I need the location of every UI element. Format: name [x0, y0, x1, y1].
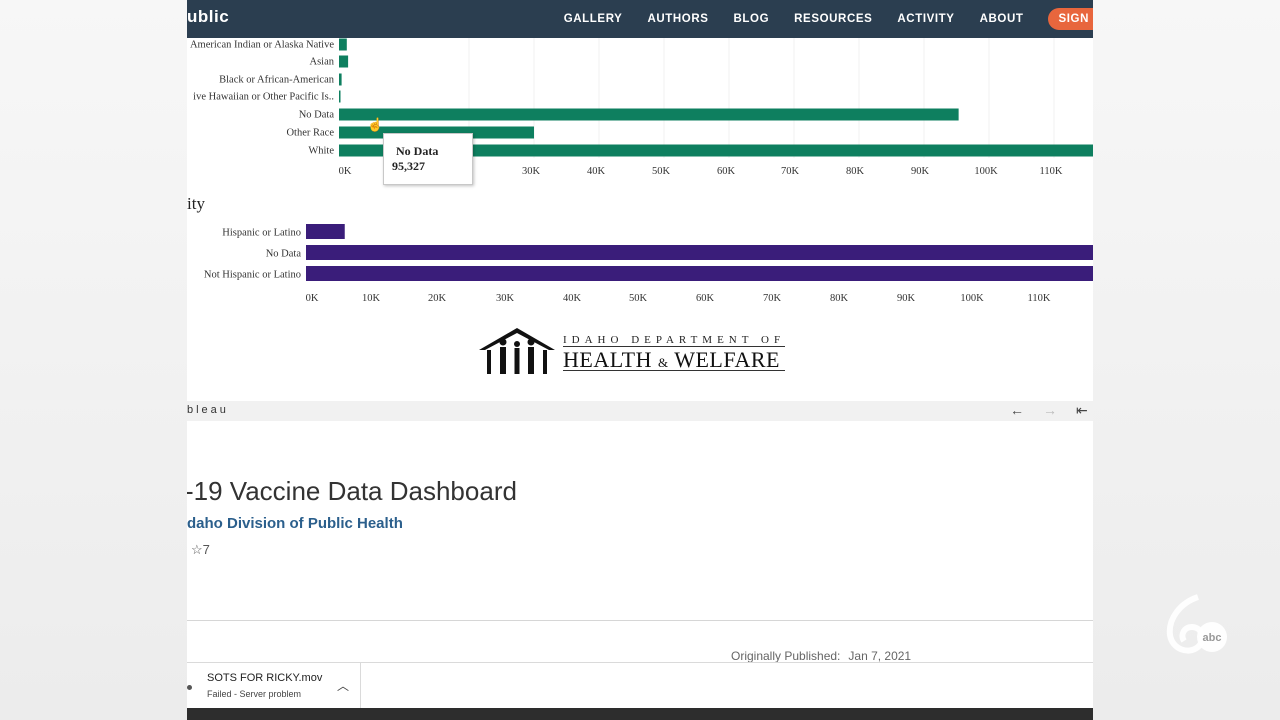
- download-status: Failed - Server problem: [207, 689, 302, 699]
- ethnicity-x-tick: 80K: [830, 293, 849, 304]
- logo-health: HEALTH: [563, 347, 652, 372]
- ethnicity-x-tick: 100K: [960, 293, 984, 304]
- divider: [187, 620, 1093, 621]
- ethnicity-x-tick: 20K: [428, 293, 447, 304]
- dashboard-title: -19 Vaccine Data Dashboard: [187, 476, 517, 506]
- ethnicity-x-tick: 60K: [696, 293, 715, 304]
- ethnicity-bar: [306, 266, 1093, 281]
- race-category-label: White: [308, 146, 334, 157]
- published-date: Jan 7, 2021: [848, 649, 912, 663]
- race-category-label: Other Race: [286, 128, 334, 139]
- idhw-logo: IDAHO DEPARTMENT OF HEALTH & WELFARE: [477, 326, 789, 380]
- charts-area: American Indian or Alaska Native Asian Bla…: [190, 38, 1093, 304]
- nav-links: GALLERY AUTHORS BLOG RESOURCES ACTIVITY …: [564, 0, 1093, 38]
- ethnicity-bar: [306, 245, 1093, 260]
- browser-content: ublic GALLERY AUTHORS BLOG RESOURCES ACT…: [187, 0, 1093, 720]
- back-arrow-icon[interactable]: ←: [1010, 402, 1024, 418]
- download-filename: SOTS FOR RICKY.mov: [207, 672, 323, 684]
- ethnicity-x-tick: 40K: [563, 293, 582, 304]
- first-page-icon[interactable]: ⇤: [1076, 402, 1088, 419]
- race-x-tick: 70K: [781, 166, 800, 177]
- logo-rule-bottom: [563, 370, 785, 371]
- race-x-tick: 110K: [1040, 166, 1063, 177]
- ethnicity-x-tick: 30K: [496, 293, 515, 304]
- file-icon: [187, 685, 192, 690]
- race-x-tick: 80K: [846, 166, 865, 177]
- race-x-tick: 40K: [587, 166, 606, 177]
- ethnicity-category-label: Hispanic or Latino: [222, 228, 301, 239]
- hand-cursor-icon: ☝: [367, 117, 384, 132]
- logo-welfare: WELFARE: [674, 347, 780, 372]
- race-category-label: Black or African-American: [219, 75, 335, 86]
- download-bar: SOTS FOR RICKY.mov Failed - Server probl…: [187, 662, 1093, 709]
- nav-authors[interactable]: AUTHORS: [647, 13, 708, 25]
- ethnicity-x-tick: 90K: [897, 293, 916, 304]
- left-background: [0, 0, 187, 720]
- ethnicity-chart-title: ity: [187, 194, 205, 213]
- race-x-tick: 0K: [339, 166, 352, 177]
- tableau-wordmark: bleau: [187, 404, 229, 416]
- race-category-label: No Data: [299, 110, 335, 121]
- race-bar: [339, 108, 959, 121]
- tooltip-label: No Data: [396, 144, 439, 158]
- top-navigation: ublic GALLERY AUTHORS BLOG RESOURCES ACT…: [187, 0, 1093, 38]
- bar-tooltip: No Data 95,327: [383, 133, 473, 185]
- ethnicity-x-tick: 70K: [763, 293, 782, 304]
- taskbar: [187, 708, 1093, 720]
- logo-line-1: IDAHO DEPARTMENT OF: [563, 334, 786, 346]
- favorites-count: 7: [202, 542, 210, 557]
- ethnicity-bar: [306, 224, 345, 239]
- race-x-tick: 30K: [522, 166, 541, 177]
- race-x-tick: 100K: [974, 166, 998, 177]
- sign-in-button[interactable]: SIGN: [1048, 8, 1093, 30]
- race-category-label: Asian: [310, 57, 335, 68]
- race-bar: [339, 90, 341, 103]
- site-logo[interactable]: ublic: [187, 7, 229, 27]
- ethnicity-x-tick: 0K: [306, 293, 319, 304]
- svg-text:abc: abc: [1203, 632, 1222, 644]
- nav-blog[interactable]: BLOG: [734, 13, 770, 25]
- published-info: Originally Published: Jan 7, 2021: [731, 649, 911, 663]
- race-x-tick: 60K: [717, 166, 736, 177]
- ethnicity-category-label: No Data: [266, 249, 302, 260]
- ethnicity-x-tick: 110K: [1028, 293, 1051, 304]
- tableau-toolbar: bleau ← → ⇤: [187, 401, 1093, 421]
- ethnicity-x-tick: 10K: [362, 293, 381, 304]
- nav-about[interactable]: ABOUT: [980, 13, 1024, 25]
- ethnicity-category-label: Not Hispanic or Latino: [204, 270, 301, 281]
- author-link[interactable]: daho Division of Public Health: [187, 515, 403, 532]
- nav-resources[interactable]: RESOURCES: [794, 13, 872, 25]
- race-category-label: ive Hawaiian or Other Pacific Is..: [193, 92, 334, 103]
- race-bar: [339, 55, 349, 68]
- logo-ampersand: &: [657, 355, 669, 370]
- race-x-tick: 50K: [652, 166, 671, 177]
- tooltip-value: 95,327: [392, 159, 425, 173]
- nav-activity[interactable]: ACTIVITY: [897, 13, 954, 25]
- race-x-tick: 90K: [911, 166, 930, 177]
- published-label: Originally Published:: [731, 649, 841, 663]
- abc6-watermark-icon: abc: [1166, 594, 1227, 654]
- ethnicity-x-tick: 50K: [629, 293, 648, 304]
- race-bar: [339, 38, 347, 51]
- favorites[interactable]: ☆7: [191, 542, 210, 558]
- star-icon[interactable]: ☆: [191, 542, 203, 557]
- race-bar: [339, 73, 342, 86]
- download-item[interactable]: SOTS FOR RICKY.mov Failed - Server probl…: [187, 663, 361, 709]
- forward-arrow-icon[interactable]: →: [1043, 402, 1057, 418]
- race-category-label: American Indian or Alaska Native: [190, 40, 334, 51]
- chevron-up-icon[interactable]: ︿: [337, 677, 349, 694]
- family-logo-icon: [479, 328, 555, 374]
- nav-gallery[interactable]: GALLERY: [564, 13, 623, 25]
